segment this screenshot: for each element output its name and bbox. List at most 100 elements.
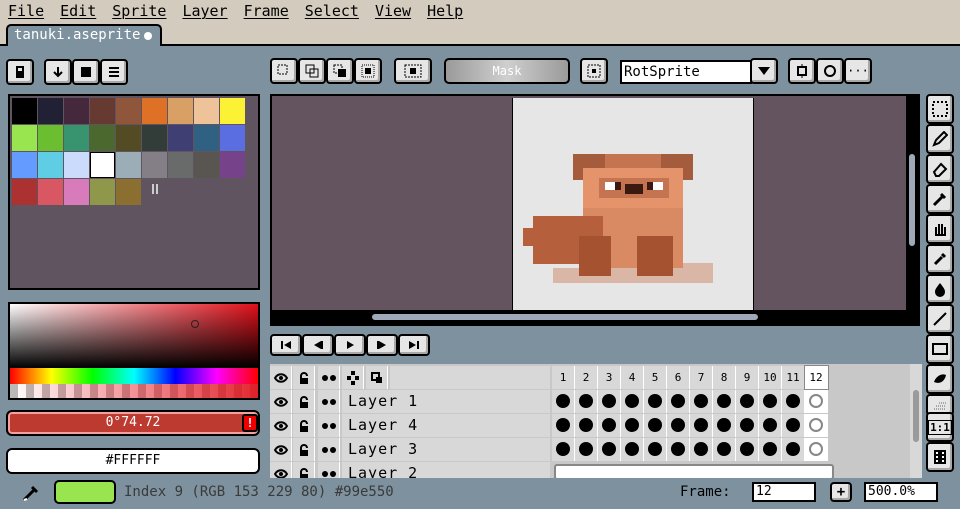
cel[interactable]	[644, 390, 667, 413]
palette-swatch[interactable]	[64, 125, 89, 151]
palette-options-button[interactable]	[100, 59, 128, 85]
sprite-canvas[interactable]	[512, 98, 754, 310]
menu-select[interactable]: Select	[297, 0, 367, 22]
palette-swatch[interactable]	[90, 152, 115, 178]
tab-document[interactable]: tanuki.aseprite	[6, 24, 162, 46]
palette-swatch[interactable]	[90, 125, 115, 151]
layer-visibility-eye-icon[interactable]	[270, 462, 292, 478]
palette-swatch[interactable]	[116, 125, 141, 151]
line-tool[interactable]	[926, 304, 954, 334]
layer-visibility-eye-icon[interactable]	[270, 414, 292, 437]
new-frame-button[interactable]: +	[830, 482, 852, 502]
frame-header[interactable]: 3	[598, 366, 621, 389]
color-picker-cursor[interactable]	[191, 320, 199, 328]
previous-frame-button[interactable]	[302, 334, 334, 356]
palette-swatch[interactable]	[38, 179, 63, 205]
layer-link-icon[interactable]	[318, 462, 340, 478]
cel[interactable]	[759, 390, 782, 413]
layer-name[interactable]: Layer 2	[342, 462, 550, 478]
frame-header[interactable]: 1	[552, 366, 575, 389]
canvas-hscroll-thumb[interactable]	[372, 314, 758, 320]
cel[interactable]	[805, 438, 828, 461]
palette-swatch[interactable]	[38, 98, 63, 124]
cel[interactable]	[690, 390, 713, 413]
spray-tool[interactable]	[926, 244, 954, 274]
cel[interactable]	[621, 390, 644, 413]
alpha-slider[interactable]	[10, 384, 258, 398]
menu-edit[interactable]: Edit	[52, 0, 104, 22]
contour-tool[interactable]	[926, 364, 954, 394]
cancel-transform-button[interactable]	[816, 58, 844, 84]
palette-swatch[interactable]	[12, 152, 37, 178]
menu-sprite[interactable]: Sprite	[104, 0, 174, 22]
play-button[interactable]	[334, 334, 366, 356]
palette-swatch[interactable]	[64, 98, 89, 124]
cel[interactable]	[598, 438, 621, 461]
palette-preset-button[interactable]	[72, 59, 100, 85]
visibility-header-eye-icon[interactable]	[270, 366, 292, 389]
palette-swatch[interactable]	[64, 152, 89, 178]
canvas-editor[interactable]	[270, 94, 920, 326]
canvas-vscroll-thumb[interactable]	[909, 154, 915, 246]
cel[interactable]	[713, 438, 736, 461]
current-color-swatch[interactable]	[54, 480, 116, 504]
modified-dot-icon[interactable]	[144, 32, 152, 40]
canvas-hscroll-track[interactable]	[272, 310, 918, 324]
layer-lock-icon[interactable]	[293, 462, 315, 478]
cel[interactable]	[759, 438, 782, 461]
cel[interactable]	[575, 414, 598, 437]
cel[interactable]	[575, 390, 598, 413]
palette-swatch[interactable]	[220, 152, 245, 178]
bg-color-button[interactable]: 0°74.72	[6, 410, 260, 436]
palette-swatch[interactable]	[220, 98, 245, 124]
layer-options-icon[interactable]	[366, 366, 388, 389]
layer-link-icon[interactable]	[318, 438, 340, 461]
palette-swatch[interactable]	[220, 125, 245, 151]
menu-frame[interactable]: Frame	[236, 0, 297, 22]
color-spectrum[interactable]	[8, 302, 260, 400]
cel[interactable]	[759, 414, 782, 437]
cel[interactable]	[598, 390, 621, 413]
zoom-input[interactable]: 500.0%	[864, 482, 938, 502]
palette-swatch[interactable]	[168, 125, 193, 151]
cel[interactable]	[782, 390, 805, 413]
frame-header[interactable]: 4	[621, 366, 644, 389]
cel[interactable]	[736, 390, 759, 413]
frame-header[interactable]: 8	[713, 366, 736, 389]
palette-swatch[interactable]	[168, 152, 193, 178]
rectangle-tool[interactable]	[926, 334, 954, 364]
layer-link-icon[interactable]	[318, 414, 340, 437]
transparent-color-button[interactable]	[394, 58, 432, 84]
palette-swatch[interactable]	[142, 125, 167, 151]
menu-view[interactable]: View	[367, 0, 419, 22]
frame-header[interactable]: 12	[804, 365, 829, 390]
eyedropper-tool[interactable]	[926, 184, 954, 214]
cel[interactable]	[621, 438, 644, 461]
palette-swatch[interactable]	[12, 179, 37, 205]
palette-swatch[interactable]	[194, 125, 219, 151]
fg-color-button[interactable]: #FFFFFF	[6, 448, 260, 474]
palette-swatch[interactable]	[116, 152, 141, 178]
layer-lock-icon[interactable]	[293, 414, 315, 437]
rotation-dropdown-button[interactable]	[750, 58, 778, 84]
last-frame-button[interactable]	[398, 334, 430, 356]
palette-swatch[interactable]	[116, 179, 141, 205]
cel[interactable]	[713, 414, 736, 437]
cel[interactable]	[736, 438, 759, 461]
palette-swatch[interactable]	[116, 98, 141, 124]
layer-lock-icon[interactable]	[293, 438, 315, 461]
layer-name[interactable]: Layer 3	[342, 438, 550, 461]
cel[interactable]	[575, 438, 598, 461]
layer-link-icon[interactable]	[318, 390, 340, 413]
pencil-tool[interactable]	[926, 124, 954, 154]
menu-file[interactable]: File	[0, 0, 52, 22]
cel[interactable]	[736, 414, 759, 437]
context-select-button-2[interactable]	[298, 58, 326, 84]
palette-swatch[interactable]	[12, 98, 37, 124]
zoom-1to1-button[interactable]: 1:1	[926, 412, 954, 442]
lock-header-icon[interactable]	[293, 366, 315, 389]
eraser-tool[interactable]	[926, 154, 954, 184]
palette-sort-button[interactable]	[44, 59, 72, 85]
frame-header[interactable]: 9	[736, 366, 759, 389]
mask-button[interactable]: Mask	[444, 58, 570, 84]
